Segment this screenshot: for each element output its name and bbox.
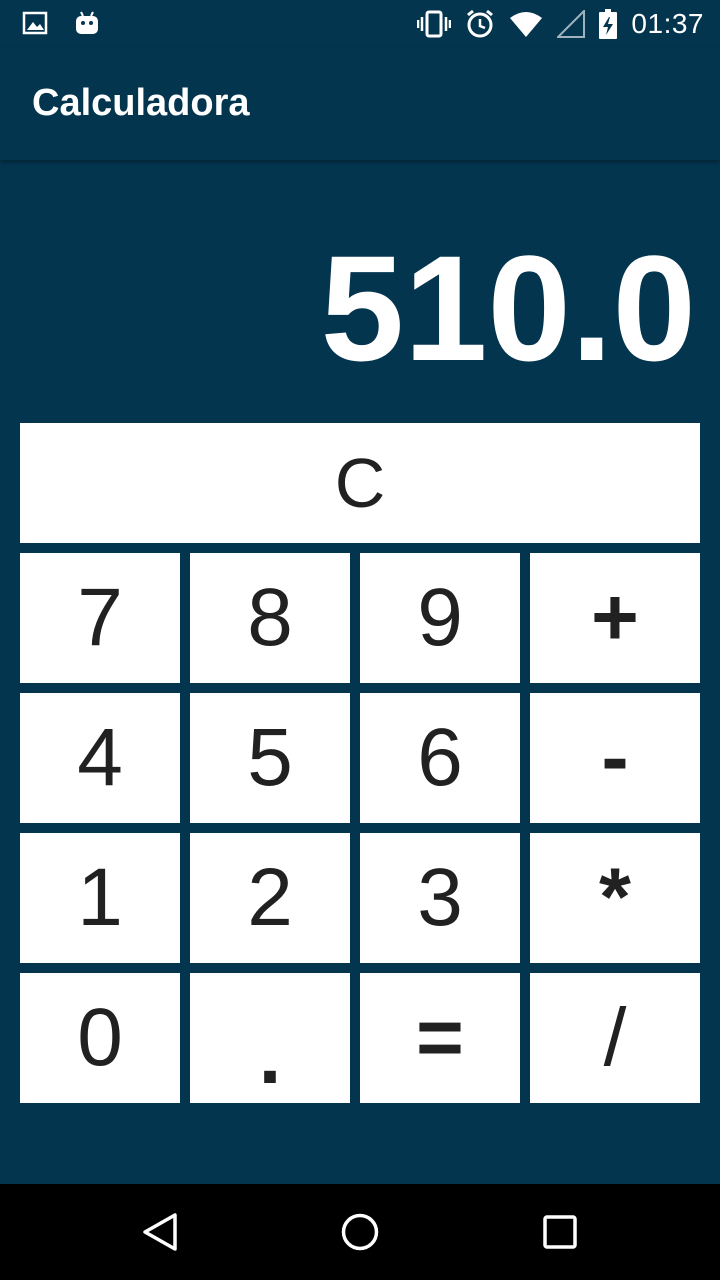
add-button[interactable]: + [530,553,700,683]
image-icon [22,11,48,35]
key-5-button[interactable]: 5 [190,693,350,823]
android-icon [74,10,100,36]
key-8-button[interactable]: 8 [190,553,350,683]
status-bar: 01:37 [0,0,720,48]
equals-button[interactable]: = [360,973,520,1103]
result-display: 510.0 [320,224,696,392]
vibrate-icon [417,9,452,39]
key-9-button[interactable]: 9 [360,553,520,683]
home-icon[interactable] [340,1212,380,1252]
alarm-icon [465,9,495,39]
key-3-button[interactable]: 3 [360,833,520,963]
clear-button[interactable]: C [20,423,700,543]
subtract-button[interactable]: - [530,693,700,823]
status-left-icons [22,10,100,36]
decimal-button[interactable]: . [190,973,350,1103]
wifi-icon [509,10,543,38]
back-icon[interactable] [140,1212,180,1252]
key-7-button[interactable]: 7 [20,553,180,683]
recents-icon[interactable] [540,1212,580,1252]
key-1-button[interactable]: 1 [20,833,180,963]
divide-button[interactable]: / [530,973,700,1103]
app-bar: Calculadora [0,48,720,160]
key-4-button[interactable]: 4 [20,693,180,823]
calculator-screen: 01:37 Calculadora 510.0 C 7 8 9 + 4 5 6 … [0,0,720,1280]
status-right-icons: 01:37 [417,6,704,42]
signal-icon [557,10,586,38]
key-2-button[interactable]: 2 [190,833,350,963]
app-title: Calculadora [32,82,250,124]
key-0-button[interactable]: 0 [20,973,180,1103]
key-6-button[interactable]: 6 [360,693,520,823]
status-time: 01:37 [631,8,704,39]
navigation-bar [0,1184,720,1280]
battery-charging-icon [599,9,618,39]
multiply-button[interactable]: * [530,833,700,963]
